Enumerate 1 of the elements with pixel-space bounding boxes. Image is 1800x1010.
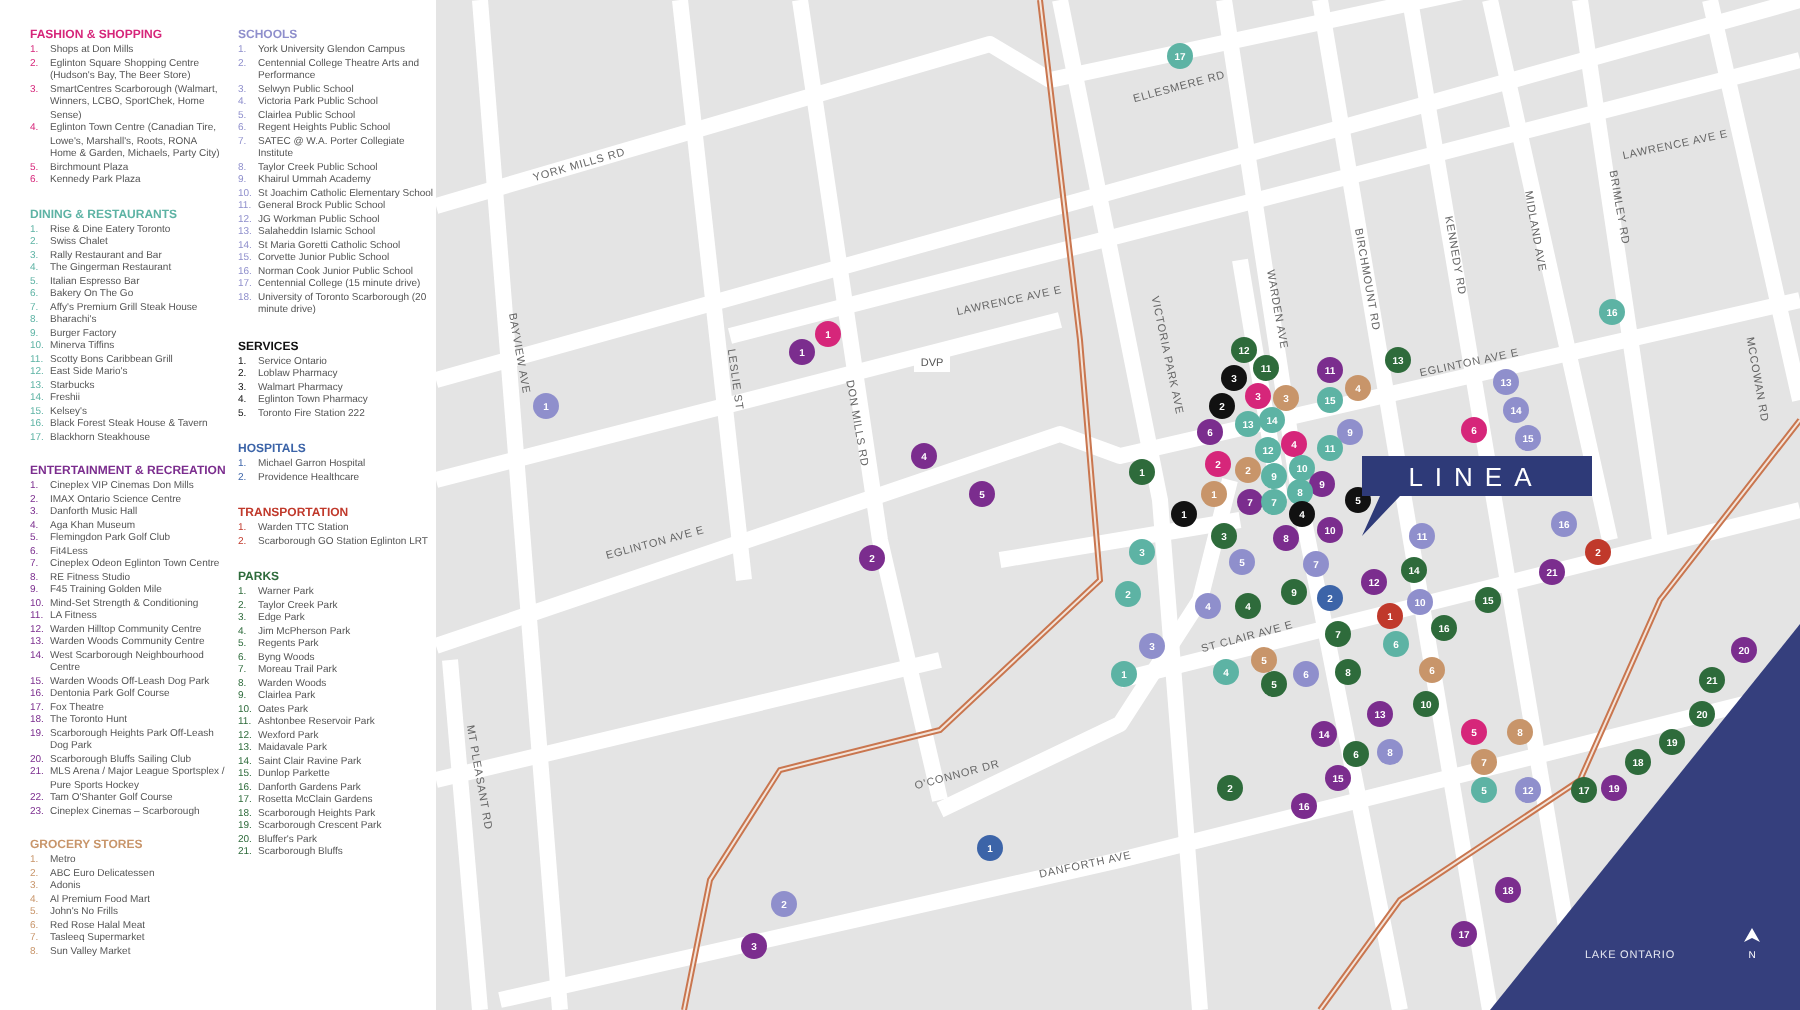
north-arrow-icon [1744, 928, 1760, 942]
